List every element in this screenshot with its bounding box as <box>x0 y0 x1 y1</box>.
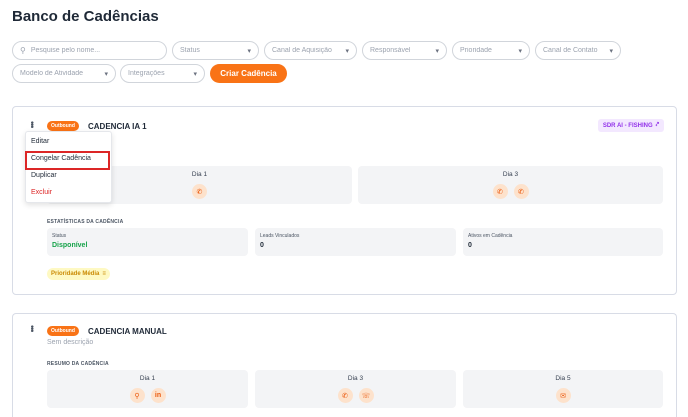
stat-value: 0 <box>260 242 264 249</box>
owner-select[interactable]: Responsável ▾ <box>362 41 447 60</box>
day-box: Dia 1 ⚲ in <box>47 370 248 408</box>
stat-label: Ativos em Cadência <box>468 233 513 239</box>
day-box: Dia 5 ✉ <box>463 370 663 408</box>
cadence-title: CADENCIA MANUAL <box>88 327 167 336</box>
stat-status: Status Disponível <box>47 228 248 256</box>
stat-value: 0 <box>468 242 472 249</box>
chevron-down-icon: ▾ <box>104 70 108 78</box>
stat-label: Leads Vinculados <box>260 233 300 239</box>
day-label: Dia 5 <box>555 375 571 382</box>
priority-badge: Prioridade Média ≡ <box>47 268 110 280</box>
menu-item-duplicate[interactable]: Duplicar <box>31 172 57 179</box>
integrations-select[interactable]: Integrações ▾ <box>120 64 205 83</box>
day-label: Dia 3 <box>347 375 364 382</box>
stat-label: Status <box>52 233 67 239</box>
highlight-box <box>25 151 110 170</box>
phone-icon[interactable]: ✆ <box>492 184 508 199</box>
summary-section-label: RESUMO DA CADÊNCIA <box>47 361 109 367</box>
menu-item-delete[interactable]: Excluir <box>31 189 52 196</box>
sdr-tag-label: SDR AI - FISHING <box>602 122 653 129</box>
linkedin-icon[interactable]: in <box>150 388 166 403</box>
menu-item-edit[interactable]: Editar <box>31 138 49 145</box>
activity-model-label: Modelo de Atividade <box>20 70 84 77</box>
status-select[interactable]: Status ▾ <box>172 41 259 60</box>
chevron-down-icon: ▾ <box>345 47 349 55</box>
contact-channel-label: Canal de Contato <box>543 47 598 54</box>
channel-badge: Outbound <box>47 326 79 336</box>
stats-section-label: ESTATÍSTICAS DA CADÊNCIA <box>47 219 124 225</box>
share-icon: ⤤ <box>655 122 659 128</box>
chevron-down-icon: ▾ <box>609 47 613 55</box>
phone-icon[interactable]: ✆ <box>192 184 207 199</box>
activity-model-select[interactable]: Modelo de Atividade ▾ <box>12 64 116 83</box>
page-title: Banco de Cadências <box>12 8 159 25</box>
phone-icon[interactable]: ✆ <box>337 388 353 403</box>
acquisition-channel-label: Canal de Aquisição <box>272 47 332 54</box>
create-cadence-button[interactable]: Criar Cadência <box>210 64 287 83</box>
phone-icon[interactable]: ✆ <box>513 184 529 199</box>
priority-select-label: Prioridade <box>460 47 492 54</box>
day-box: Dia 3 ✆ ✆ <box>358 166 663 204</box>
chevron-down-icon: ▾ <box>247 47 251 55</box>
email-icon[interactable]: ✉ <box>555 388 571 403</box>
stat-leads: Leads Vinculados 0 <box>255 228 456 256</box>
day-box: Dia 3 ✆ ☏ <box>255 370 456 408</box>
chevron-down-icon: ▾ <box>193 70 197 78</box>
contact-channel-select[interactable]: Canal de Contato ▾ <box>535 41 621 60</box>
cadence-title: CADENCIA IA 1 <box>88 122 147 131</box>
acquisition-channel-select[interactable]: Canal de Aquisição ▾ <box>264 41 357 60</box>
equals-icon: ≡ <box>102 271 106 277</box>
priority-select[interactable]: Prioridade ▾ <box>452 41 530 60</box>
channel-badge: Outbound <box>47 121 79 131</box>
status-select-label: Status <box>180 47 200 54</box>
cadence-card: ••• Outbound CADENCIA MANUAL Sem descriç… <box>12 313 677 417</box>
search-icon[interactable]: ⚲ <box>129 388 145 403</box>
sdr-tag: SDR AI - FISHING ⤤ <box>597 119 664 132</box>
search-input[interactable]: ⚲ Pesquise pelo nome... <box>12 41 167 60</box>
stat-value: Disponível <box>52 242 88 249</box>
integrations-label: Integrações <box>128 70 165 77</box>
cadence-description: Sem descrição <box>47 339 94 346</box>
more-options-icon[interactable]: ••• <box>27 325 37 331</box>
whatsapp-icon[interactable]: ☏ <box>358 388 374 403</box>
day-label: Dia 1 <box>139 375 156 382</box>
search-placeholder: Pesquise pelo nome... <box>30 47 101 54</box>
priority-label: Prioridade Média <box>51 271 100 277</box>
chevron-down-icon: ▾ <box>435 47 439 55</box>
more-options-icon[interactable]: ••• <box>27 121 37 127</box>
day-label: Dia 3 <box>502 171 519 178</box>
chevron-down-icon: ▾ <box>518 47 522 55</box>
search-icon: ⚲ <box>20 46 26 55</box>
owner-select-label: Responsável <box>370 47 411 54</box>
stat-active: Ativos em Cadência 0 <box>463 228 663 256</box>
